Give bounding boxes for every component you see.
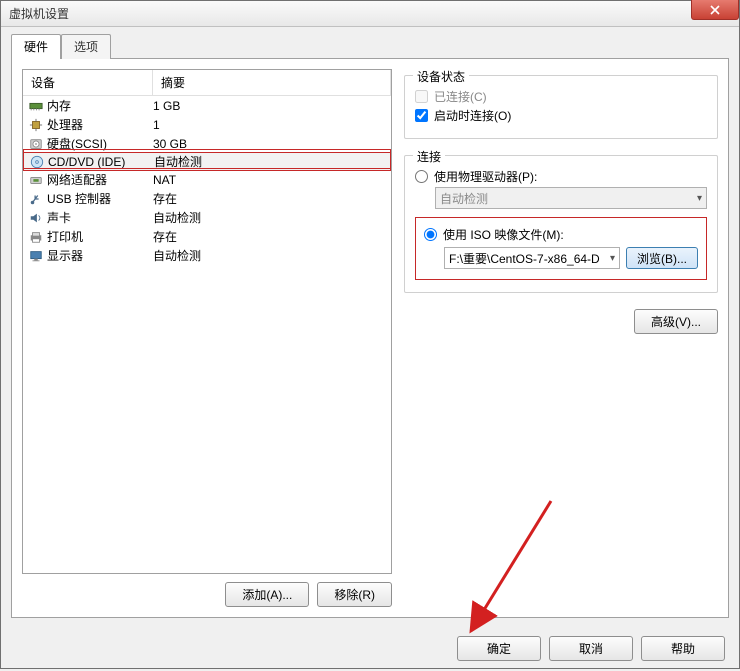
list-item[interactable]: 硬盘(SCSI)30 GB: [23, 134, 391, 153]
ok-button[interactable]: 确定: [457, 636, 541, 661]
iso-highlight: 使用 ISO 映像文件(M): F:\重要\CentOS-7-x86_64-D …: [415, 217, 707, 280]
device-name: 网络适配器: [45, 171, 153, 188]
device-summary: 1: [153, 118, 387, 132]
connected-checkbox-row[interactable]: 已连接(C): [415, 88, 707, 105]
device-summary: 存在: [153, 228, 387, 245]
physical-drive-combo[interactable]: 自动检测 ▾: [435, 187, 707, 209]
poweron-checkbox[interactable]: [415, 109, 428, 122]
list-item[interactable]: 打印机存在: [23, 227, 391, 246]
display-icon: [27, 249, 45, 263]
left-panel: 设备 摘要 内存1 GB处理器1硬盘(SCSI)30 GBCD/DVD (IDE…: [22, 69, 392, 607]
use-iso-radio[interactable]: [424, 228, 437, 241]
list-item[interactable]: USB 控制器存在: [23, 189, 391, 208]
add-button[interactable]: 添加(A)...: [225, 582, 309, 607]
window-title: 虚拟机设置: [9, 5, 69, 22]
device-name: 处理器: [45, 116, 153, 133]
header-device[interactable]: 设备: [23, 70, 153, 95]
device-name: 内存: [45, 97, 153, 114]
tabstrip: 硬件 选项: [1, 27, 739, 58]
device-name: CD/DVD (IDE): [46, 155, 154, 169]
poweron-checkbox-row[interactable]: 启动时连接(O): [415, 107, 707, 124]
tab-hardware[interactable]: 硬件: [11, 34, 61, 59]
use-physical-row[interactable]: 使用物理驱动器(P):: [415, 168, 707, 185]
browse-button[interactable]: 浏览(B)...: [626, 247, 698, 269]
sound-icon: [27, 211, 45, 225]
list-item[interactable]: 网络适配器NAT: [23, 170, 391, 189]
dialog-footer: 确定 取消 帮助: [1, 628, 739, 668]
list-header: 设备 摘要: [23, 70, 391, 96]
device-summary: NAT: [153, 173, 387, 187]
iso-path-combo[interactable]: F:\重要\CentOS-7-x86_64-D ▾: [444, 247, 620, 269]
device-status-title: 设备状态: [413, 68, 469, 85]
advanced-button[interactable]: 高级(V)...: [634, 309, 718, 334]
use-iso-row[interactable]: 使用 ISO 映像文件(M):: [424, 226, 698, 243]
device-list[interactable]: 设备 摘要 内存1 GB处理器1硬盘(SCSI)30 GBCD/DVD (IDE…: [22, 69, 392, 574]
close-icon: [710, 5, 720, 15]
chevron-down-icon: ▾: [697, 193, 702, 204]
list-item[interactable]: 内存1 GB: [23, 96, 391, 115]
help-button[interactable]: 帮助: [641, 636, 725, 661]
connection-title: 连接: [413, 148, 445, 165]
list-item[interactable]: 显示器自动检测: [23, 246, 391, 265]
left-buttons: 添加(A)... 移除(R): [22, 582, 392, 607]
device-summary: 存在: [153, 190, 387, 207]
content-area: 设备 摘要 内存1 GB处理器1硬盘(SCSI)30 GBCD/DVD (IDE…: [11, 58, 729, 618]
device-name: 显示器: [45, 247, 153, 264]
connected-checkbox[interactable]: [415, 90, 428, 103]
device-status-group: 设备状态 已连接(C) 启动时连接(O): [404, 75, 718, 139]
device-summary: 自动检测: [153, 247, 387, 264]
use-physical-radio[interactable]: [415, 170, 428, 183]
cpu-icon: [27, 118, 45, 132]
titlebar: 虚拟机设置: [1, 1, 739, 27]
usb-icon: [27, 192, 45, 206]
list-item[interactable]: 声卡自动检测: [23, 208, 391, 227]
physical-drive-value: 自动检测: [440, 190, 488, 207]
poweron-label: 启动时连接(O): [434, 107, 511, 124]
iso-path-value: F:\重要\CentOS-7-x86_64-D: [449, 250, 600, 267]
tab-options[interactable]: 选项: [61, 34, 111, 59]
device-name: USB 控制器: [45, 190, 153, 207]
cd-icon: [28, 155, 46, 169]
device-name: 声卡: [45, 209, 153, 226]
list-item[interactable]: 处理器1: [23, 115, 391, 134]
right-panel: 设备状态 已连接(C) 启动时连接(O) 连接 使用物理驱动器(P):: [404, 69, 718, 607]
list-item[interactable]: CD/DVD (IDE)自动检测: [23, 152, 391, 171]
memory-icon: [27, 99, 45, 113]
device-name: 硬盘(SCSI): [45, 135, 153, 152]
device-summary: 自动检测: [153, 209, 387, 226]
device-summary: 自动检测: [154, 153, 386, 170]
device-summary: 30 GB: [153, 137, 387, 151]
net-icon: [27, 173, 45, 187]
disk-icon: [27, 137, 45, 151]
connected-label: 已连接(C): [434, 88, 487, 105]
cancel-button[interactable]: 取消: [549, 636, 633, 661]
remove-button[interactable]: 移除(R): [317, 582, 392, 607]
connection-group: 连接 使用物理驱动器(P): 自动检测 ▾ 使用 ISO 映像文件(M):: [404, 155, 718, 293]
use-iso-label: 使用 ISO 映像文件(M):: [443, 226, 564, 243]
chevron-down-icon: ▾: [610, 253, 615, 264]
header-summary[interactable]: 摘要: [153, 70, 391, 95]
close-button[interactable]: [691, 0, 739, 20]
settings-dialog: 虚拟机设置 硬件 选项 设备 摘要 内存1 GB处理器1硬盘(SCSI)30 G…: [0, 0, 740, 669]
device-name: 打印机: [45, 228, 153, 245]
use-physical-label: 使用物理驱动器(P):: [434, 168, 537, 185]
device-summary: 1 GB: [153, 99, 387, 113]
printer-icon: [27, 230, 45, 244]
